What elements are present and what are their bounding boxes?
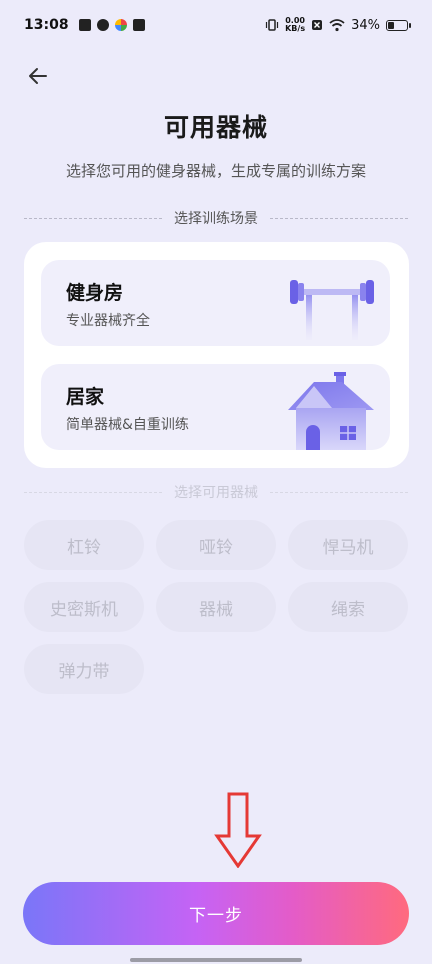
option-title: 健身房 <box>66 282 124 304</box>
equipment-chip-cable[interactable]: 绳索 <box>288 582 408 632</box>
message-app-icon <box>132 19 145 31</box>
vibrate-icon <box>266 19 279 31</box>
photos-app-icon <box>114 19 127 31</box>
page-title: 可用器械 <box>163 113 268 142</box>
equipment-chip-dumbbell[interactable]: 哑铃 <box>156 520 276 570</box>
option-desc: 专业器械齐全 <box>66 313 150 329</box>
scene-section-header: 选择训练场景 <box>24 208 408 228</box>
equipment-section-label: 选择可用器械 <box>174 485 258 501</box>
status-bar: 13:08 0.00 KB/s 34% <box>0 0 432 50</box>
next-step-button[interactable]: 下一步 <box>23 882 409 945</box>
down-arrow-annotation-icon <box>214 792 262 868</box>
wifi-icon <box>329 19 345 32</box>
battery-percent: 34% <box>351 17 380 33</box>
arrow-left-icon <box>29 68 47 84</box>
divider-line <box>24 217 162 219</box>
network-speed: 0.00 KB/s <box>285 17 305 33</box>
divider-line <box>24 491 162 493</box>
no-sim-icon <box>312 20 323 30</box>
scene-option-gym[interactable]: 健身房 专业器械齐全 <box>41 260 390 346</box>
status-right: 0.00 KB/s 34% <box>265 17 411 33</box>
option-title: 居家 <box>66 386 105 408</box>
back-button[interactable] <box>22 60 54 92</box>
app-notification-icon <box>96 19 109 31</box>
barbell-rack-icon <box>290 280 374 340</box>
scene-option-home[interactable]: 居家 简单器械&自重训练 <box>41 364 390 450</box>
equipment-chip-resistance-band[interactable]: 弹力带 <box>24 644 144 694</box>
page-subtitle: 选择您可用的健身器械，生成专属的训练方案 <box>65 162 366 180</box>
battery-icon <box>386 19 411 31</box>
equipment-chip-machine[interactable]: 器械 <box>156 582 276 632</box>
netspeed-unit: KB/s <box>285 24 306 33</box>
divider-line <box>270 491 408 493</box>
scene-card: 健身房 专业器械齐全 居家 简单器械&自重训练 <box>24 242 409 468</box>
status-time: 13:08 <box>24 17 69 33</box>
equipment-section-header: 选择可用器械 <box>24 482 408 502</box>
home-indicator[interactable] <box>130 958 302 962</box>
scene-section-label: 选择训练场景 <box>174 211 258 227</box>
battery-fill <box>388 21 394 29</box>
equipment-chip-hammer-machine[interactable]: 悍马机 <box>288 520 408 570</box>
status-left: 13:08 <box>24 17 145 33</box>
option-desc: 简单器械&自重训练 <box>66 417 189 433</box>
equipment-chip-barbell[interactable]: 杠铃 <box>24 520 144 570</box>
video-app-icon <box>78 19 91 31</box>
equipment-chip-smith-machine[interactable]: 史密斯机 <box>24 582 144 632</box>
house-icon <box>288 372 374 450</box>
divider-line <box>270 217 408 219</box>
